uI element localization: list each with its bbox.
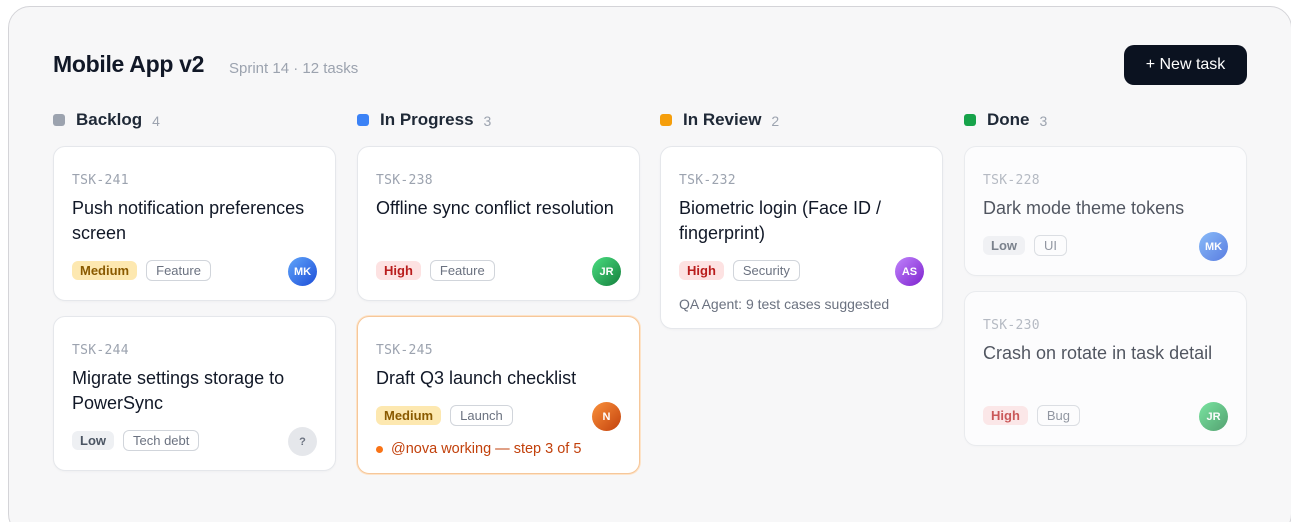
label-tag: Launch	[450, 405, 513, 426]
label-tag: Feature	[429, 260, 495, 281]
column-in-progress: In Progress 3 TSK-238 Offline sync confl…	[357, 108, 640, 474]
priority-badge: Medium	[72, 261, 138, 280]
column-header[interactable]: Backlog 4	[53, 108, 336, 132]
priority-badge: High	[679, 261, 724, 280]
new-task-button[interactable]: + New task	[1124, 45, 1247, 85]
priority-badge: Low	[72, 431, 114, 450]
status-dot-icon	[964, 114, 976, 126]
agent-status: @nova working — step 3 of 5	[376, 441, 581, 457]
column-name: Backlog	[76, 110, 143, 129]
status-dot-icon	[660, 114, 672, 126]
task-id: TSK-244	[72, 343, 129, 358]
column-name: Done	[987, 110, 1030, 129]
task-title: Push notification preferences screen	[72, 198, 305, 243]
task-card[interactable]: TSK-241 Push notification preferences sc…	[53, 146, 336, 301]
status-dot-icon	[53, 114, 65, 126]
column-backlog: Backlog 4 TSK-241 Push notification pref…	[53, 108, 336, 471]
avatar[interactable]: JR	[592, 257, 621, 286]
agent-avatar[interactable]: N	[592, 402, 621, 431]
column-header[interactable]: In Review 2	[660, 108, 943, 132]
task-card[interactable]: TSK-228 Dark mode theme tokens Low UI MK	[964, 146, 1247, 276]
task-card[interactable]: TSK-244 Migrate settings storage to Powe…	[53, 316, 336, 471]
column-name: In Review	[683, 110, 762, 129]
board-subtitle: Sprint 14 · 12 tasks	[229, 60, 359, 77]
agent-status-text: @nova working — step 3 of 5	[391, 441, 582, 457]
column-in-review: In Review 2 TSK-232 Biometric login (Fac…	[660, 108, 943, 329]
activity-dot-icon	[376, 445, 383, 453]
task-title: Crash on rotate in task detail	[983, 343, 1213, 363]
task-id: TSK-245	[376, 343, 433, 358]
priority-badge: Medium	[376, 406, 442, 425]
task-title: Offline sync conflict resolution	[376, 198, 614, 218]
column-count: 2	[771, 113, 780, 129]
task-id: TSK-230	[983, 318, 1040, 333]
column-count: 3	[1039, 113, 1048, 129]
task-title: Dark mode theme tokens	[983, 198, 1185, 218]
column-header[interactable]: Done 3	[964, 108, 1247, 132]
task-title: Biometric login (Face ID / fingerprint)	[679, 198, 882, 243]
unassigned-avatar[interactable]: ?	[288, 427, 317, 456]
column-name: In Progress	[380, 110, 474, 129]
priority-badge: High	[983, 406, 1028, 425]
priority-badge: High	[376, 261, 421, 280]
avatar[interactable]: AS	[895, 257, 924, 286]
label-tag: Bug	[1036, 405, 1081, 426]
label-tag: Security	[732, 260, 800, 281]
task-title: Draft Q3 launch checklist	[376, 368, 577, 388]
label-tag: Feature	[146, 260, 211, 281]
avatar[interactable]: MK	[1199, 232, 1228, 261]
task-id: TSK-241	[72, 173, 129, 188]
column-count: 3	[483, 113, 492, 129]
priority-badge: Low	[983, 236, 1025, 255]
label-tag: Tech debt	[123, 430, 200, 451]
task-card[interactable]: TSK-230 Crash on rotate in task detail H…	[964, 291, 1247, 446]
column-count: 4	[152, 113, 160, 129]
task-id: TSK-232	[679, 173, 736, 188]
status-dot-icon	[357, 114, 369, 126]
board-title: Mobile App v2	[53, 51, 205, 77]
task-title: Migrate settings storage to PowerSync	[72, 368, 285, 413]
task-id: TSK-228	[983, 173, 1040, 188]
task-id: TSK-238	[376, 173, 433, 188]
avatar[interactable]: JR	[1199, 402, 1228, 431]
task-card-agent-active[interactable]: TSK-245 Draft Q3 launch checklist Medium…	[357, 316, 640, 474]
agent-note: QA Agent: 9 test cases suggested	[679, 296, 890, 312]
task-card[interactable]: TSK-238 Offline sync conflict resolution…	[357, 146, 640, 301]
column-done: Done 3 TSK-228 Dark mode theme tokens Lo…	[964, 108, 1247, 446]
label-tag: UI	[1034, 235, 1067, 256]
task-card[interactable]: TSK-232 Biometric login (Face ID / finge…	[660, 146, 943, 329]
avatar[interactable]: MK	[288, 257, 317, 286]
column-header[interactable]: In Progress 3	[357, 108, 640, 132]
